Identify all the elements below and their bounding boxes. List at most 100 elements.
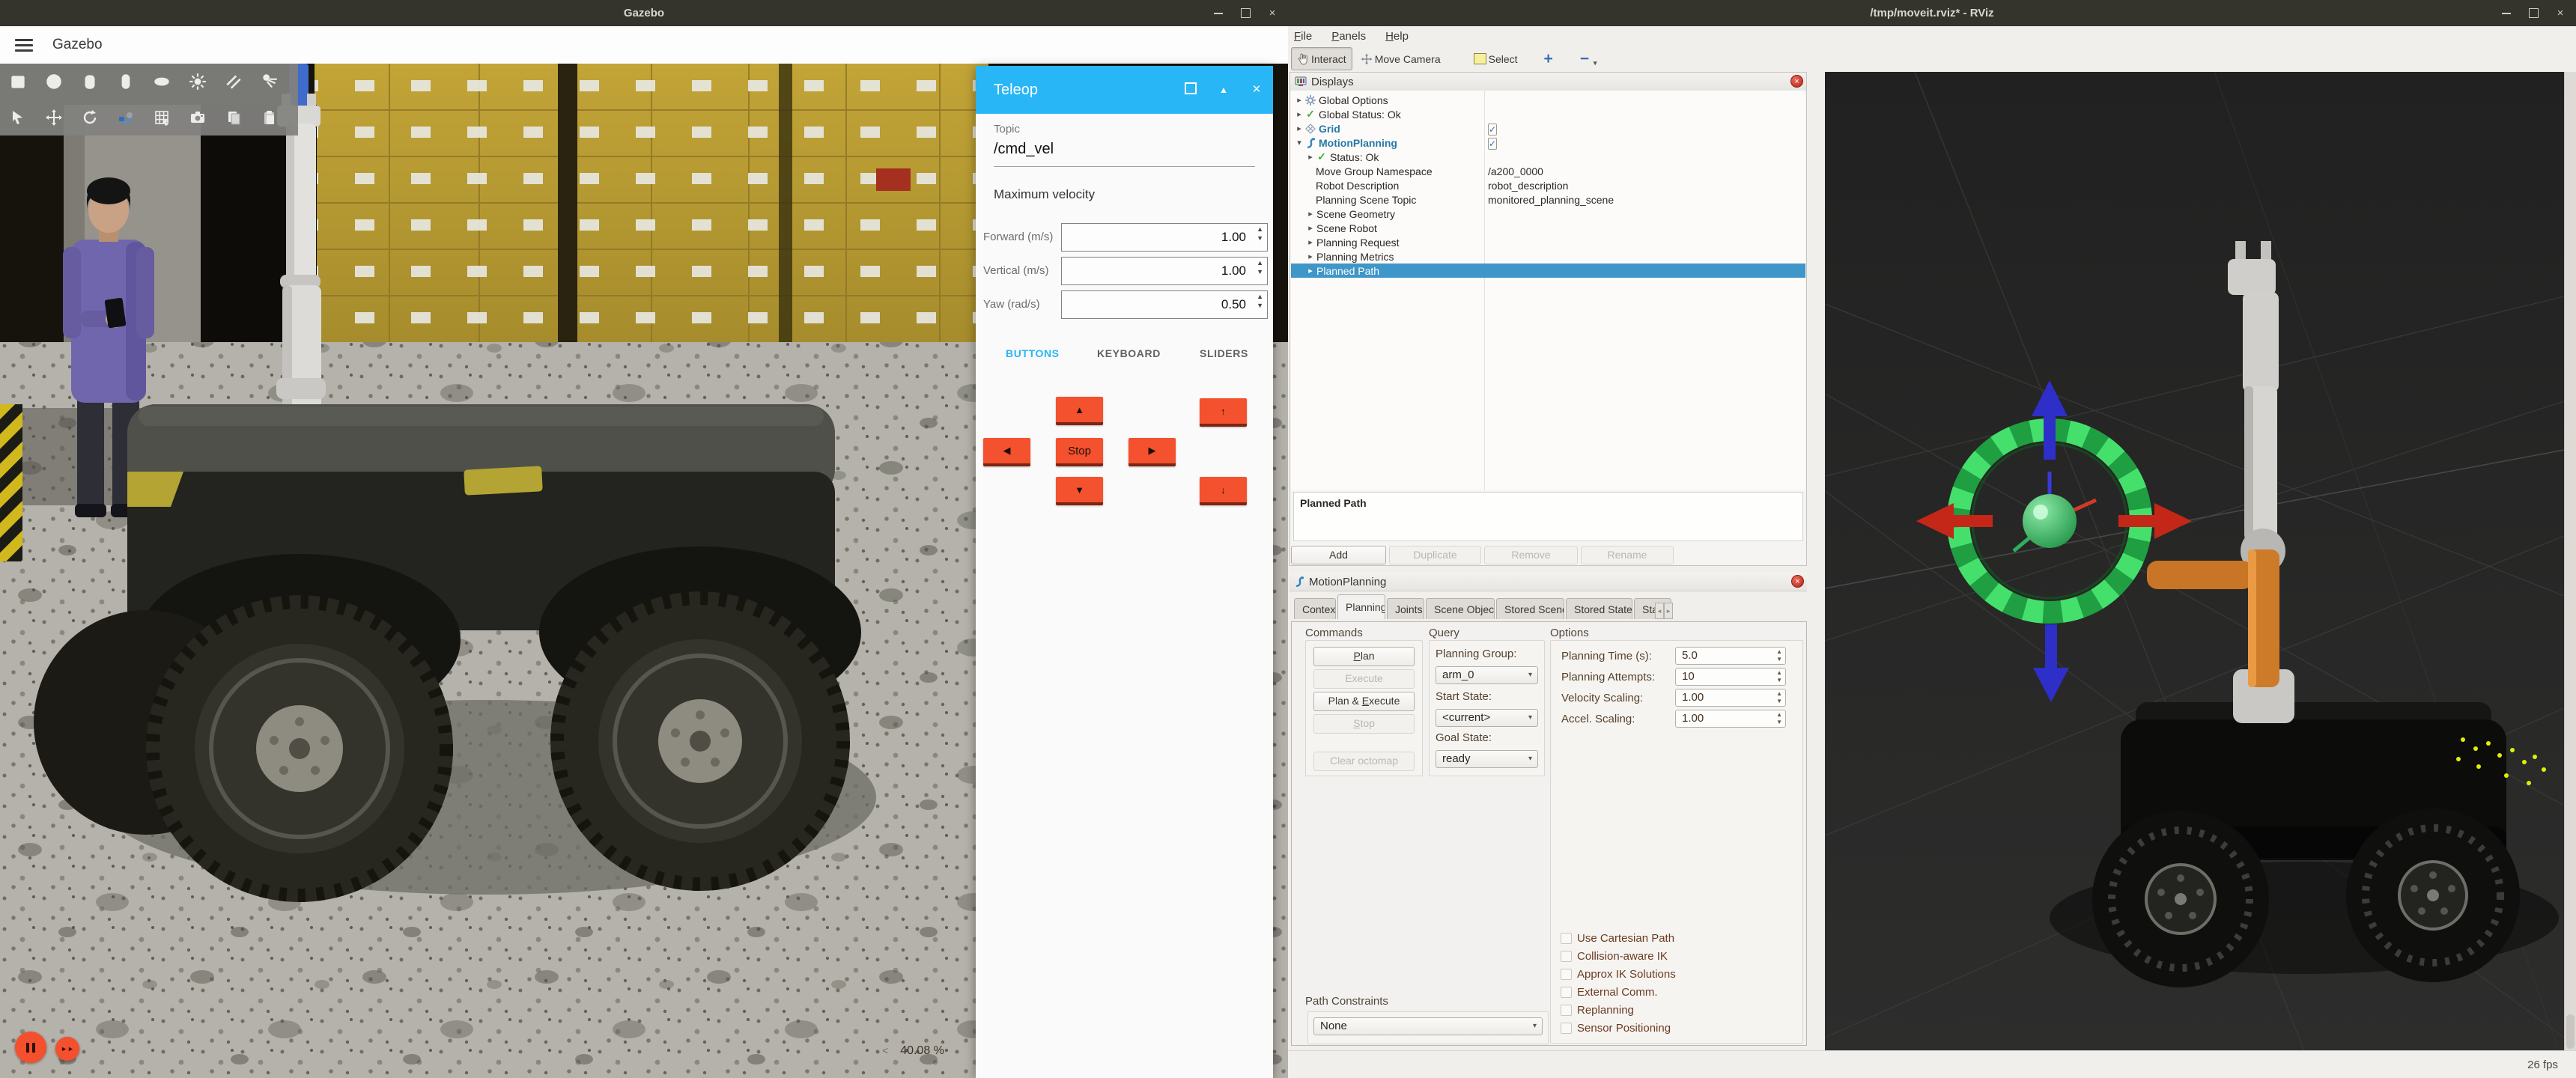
tree-row-planning-metrics[interactable]: ▸ Planning Metrics xyxy=(1291,249,1805,264)
menu-file[interactable]: File xyxy=(1294,30,1312,43)
start-state-select[interactable]: <current>▾ xyxy=(1436,709,1538,727)
rotate-icon[interactable] xyxy=(72,100,108,135)
tab-scene-objects[interactable]: Scene Objects xyxy=(1426,598,1495,619)
tab-stored-scenes[interactable]: Stored Scenes xyxy=(1496,598,1564,619)
select-tool[interactable]: Select xyxy=(1468,48,1523,70)
maximize-icon[interactable] xyxy=(1240,8,1251,19)
collision-aware-ik-checkbox[interactable]: Collision-aware IK xyxy=(1561,950,1668,963)
tab-joints[interactable]: Joints xyxy=(1387,598,1424,619)
remove-tool-icon[interactable]: − ▾ xyxy=(1573,50,1605,68)
tab-keyboard[interactable]: KEYBOARD xyxy=(1097,347,1161,359)
approx-ik-solutions-checkbox[interactable]: Approx IK Solutions xyxy=(1561,968,1676,981)
property-value[interactable]: monitored_planning_scene xyxy=(1488,194,1614,206)
forward-spinner[interactable]: ▲▼ xyxy=(1257,226,1263,242)
plan-button[interactable]: Plan xyxy=(1313,647,1415,666)
rviz-3d-viewport[interactable] xyxy=(1825,72,2564,1050)
rename-button[interactable]: Rename xyxy=(1581,546,1674,564)
motionplanning-checkbox[interactable]: ✓ xyxy=(1488,138,1497,150)
move-camera-tool[interactable]: Move Camera xyxy=(1355,48,1446,70)
ascend-button[interactable]: ↑ xyxy=(1200,398,1247,427)
displays-header[interactable]: Displays × xyxy=(1290,73,1806,91)
topic-input[interactable]: /cmd_vel xyxy=(994,141,1054,158)
expander-icon[interactable]: ▸ xyxy=(1295,109,1304,119)
menu-panels[interactable]: Panels xyxy=(1331,30,1366,43)
remove-button[interactable]: Remove xyxy=(1484,546,1578,564)
backward-button[interactable]: ▼ xyxy=(1056,477,1103,505)
expander-icon[interactable]: ▾ xyxy=(1295,138,1304,147)
expander-icon[interactable]: ▸ xyxy=(1306,223,1315,233)
directional-light-icon[interactable] xyxy=(216,64,252,100)
sphere-icon[interactable] xyxy=(36,64,72,100)
tree-row-global-options[interactable]: ▸ Global Options xyxy=(1291,93,1805,107)
gazebo-titlebar[interactable]: Gazebo × xyxy=(0,0,1288,26)
planning-group-select[interactable]: arm_0▾ xyxy=(1436,666,1538,684)
tree-row-scene-geometry[interactable]: ▸ Scene Geometry xyxy=(1291,207,1805,221)
right-button[interactable]: ▶ xyxy=(1128,438,1176,466)
hamburger-menu-icon[interactable] xyxy=(15,39,33,52)
paste-icon[interactable] xyxy=(252,100,288,135)
vertical-spinner[interactable]: ▲▼ xyxy=(1257,260,1263,275)
tree-row-robot-description[interactable]: Robot Description robot_description xyxy=(1291,178,1805,192)
grid-icon[interactable] xyxy=(144,100,180,135)
external-comm-checkbox[interactable]: External Comm. xyxy=(1561,986,1658,999)
close-icon[interactable]: × xyxy=(1267,8,1278,19)
teleop-maximize-icon[interactable] xyxy=(1174,82,1207,97)
accel-scaling-input[interactable]: 1.00▲▼ xyxy=(1675,710,1786,728)
rviz-titlebar[interactable]: /tmp/moveit.rviz* - RViz × xyxy=(1288,0,2576,26)
planning-time-input[interactable]: 5.0▲▼ xyxy=(1675,647,1786,665)
planning-attempts-input[interactable]: 10▲▼ xyxy=(1675,668,1786,686)
property-value[interactable]: robot_description xyxy=(1488,180,1568,192)
expander-icon[interactable]: ▸ xyxy=(1295,124,1304,133)
tree-row-global-status[interactable]: ▸ ✓ Global Status: Ok xyxy=(1291,107,1805,121)
maximize-icon[interactable] xyxy=(2528,8,2539,19)
spot-light-icon[interactable] xyxy=(252,64,288,100)
tab-scroll-right-icon[interactable]: ▸ xyxy=(1664,603,1673,619)
cylinder-icon[interactable] xyxy=(72,64,108,100)
motionplanning-header[interactable]: MotionPlanning × xyxy=(1289,573,1807,591)
expander-icon[interactable]: ▸ xyxy=(1295,95,1304,105)
sensor-positioning-checkbox[interactable]: Sensor Positioning xyxy=(1561,1022,1671,1035)
cursor-icon[interactable] xyxy=(0,100,36,135)
add-button[interactable]: Add xyxy=(1291,546,1386,564)
expander-icon[interactable]: ▸ xyxy=(1306,266,1315,275)
tree-row-move-group-namespace[interactable]: Move Group Namespace /a200_0000 xyxy=(1291,164,1805,178)
step-button[interactable]: ►► xyxy=(55,1037,79,1061)
snap-icon[interactable] xyxy=(108,100,144,135)
menu-help[interactable]: Help xyxy=(1385,30,1409,43)
replanning-checkbox[interactable]: Replanning xyxy=(1561,1004,1634,1017)
left-button[interactable]: ◀ xyxy=(983,438,1030,466)
translate-icon[interactable] xyxy=(36,100,72,135)
grid-checkbox[interactable]: ✓ xyxy=(1488,124,1497,135)
add-tool-icon[interactable]: + xyxy=(1537,50,1561,68)
goal-state-select[interactable]: ready▾ xyxy=(1436,750,1538,768)
minimize-icon[interactable] xyxy=(2501,8,2512,19)
tab-stored-states[interactable]: Stored States xyxy=(1566,598,1632,619)
tree-row-planning-request[interactable]: ▸ Planning Request xyxy=(1291,235,1805,249)
close-panel-icon[interactable]: × xyxy=(1791,575,1804,588)
tab-context[interactable]: Context xyxy=(1294,598,1336,619)
tab-sliders[interactable]: SLIDERS xyxy=(1200,347,1248,359)
expander-icon[interactable]: ▸ xyxy=(1306,152,1315,162)
copy-icon[interactable] xyxy=(216,100,252,135)
path-constraints-select[interactable]: None▾ xyxy=(1313,1017,1543,1035)
tab-scroll-left-icon[interactable]: ◂ xyxy=(1655,603,1664,619)
pause-button[interactable] xyxy=(15,1032,46,1063)
expander-icon[interactable]: ▸ xyxy=(1306,209,1315,219)
vertical-input[interactable]: 1.00 ▲▼ xyxy=(1061,257,1268,285)
duplicate-button[interactable]: Duplicate xyxy=(1389,546,1481,564)
property-value[interactable]: /a200_0000 xyxy=(1488,165,1543,177)
interact-tool[interactable]: Interact xyxy=(1291,47,1352,70)
screenshot-icon[interactable] xyxy=(180,100,216,135)
tab-buttons[interactable]: BUTTONS xyxy=(1006,347,1060,359)
expander-icon[interactable]: ▸ xyxy=(1306,252,1315,261)
use-cartesian-path-checkbox[interactable]: Use Cartesian Path xyxy=(1561,932,1674,945)
scrollbar[interactable] xyxy=(2564,72,2576,1050)
stop-button[interactable]: Stop xyxy=(1313,714,1415,734)
plan-and-execute-button[interactable]: Plan & Execute xyxy=(1313,692,1415,711)
execute-button[interactable]: Execute xyxy=(1313,669,1415,689)
expander-icon[interactable]: ▸ xyxy=(1306,237,1315,247)
teleop-collapse-icon[interactable]: ▲ xyxy=(1207,85,1240,95)
tab-planning[interactable]: Planning xyxy=(1337,594,1385,619)
forward-button[interactable]: ▲ xyxy=(1056,397,1103,425)
clear-octomap-button[interactable]: Clear octomap xyxy=(1313,752,1415,771)
